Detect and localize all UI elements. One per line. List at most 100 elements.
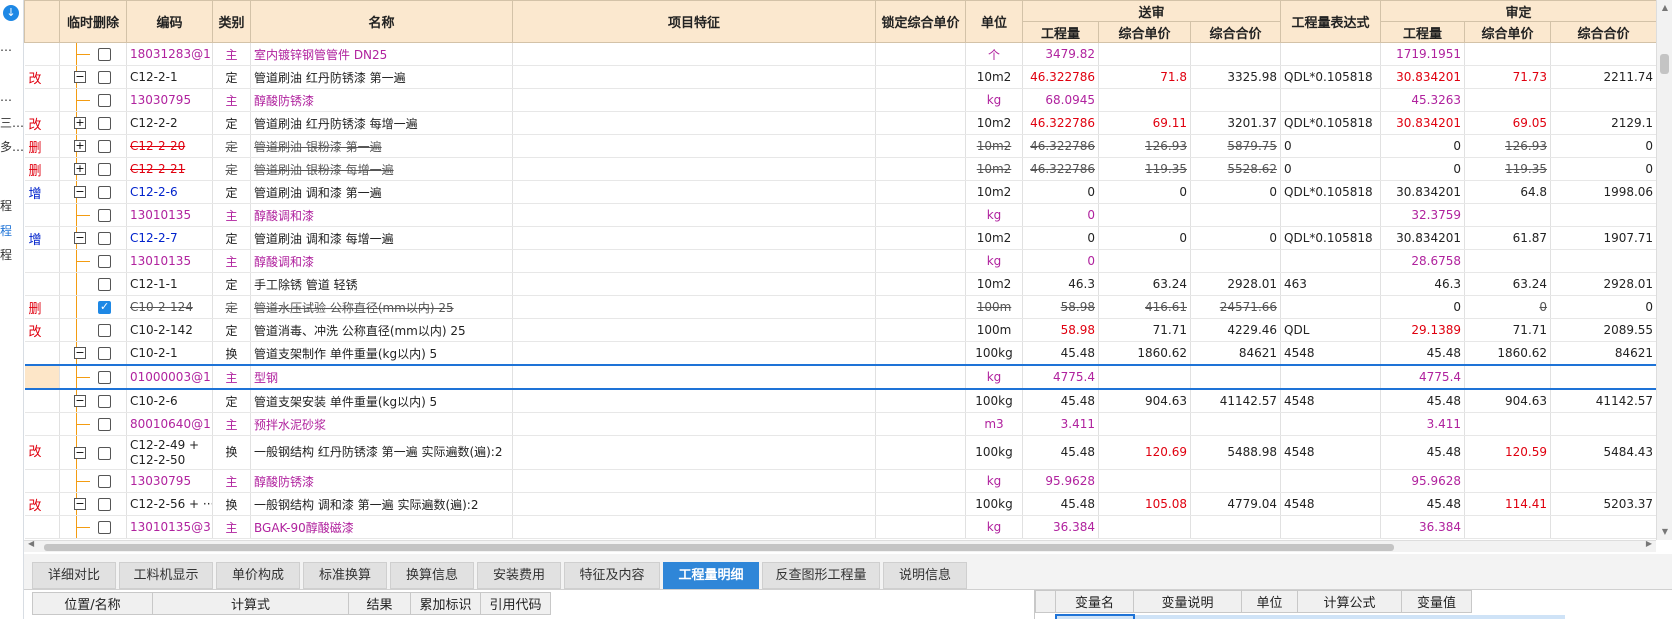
col-result[interactable]: 结果 (348, 592, 411, 615)
row-expr[interactable]: QDL (1280, 318, 1382, 342)
row-name[interactable]: 醇酸调和漆 (250, 249, 513, 273)
row-submit-qty[interactable]: 58.98 (1022, 295, 1099, 319)
table-row[interactable]: 删 + C12-2-21 定管道刷油 银粉漆 每增一遍 10m2 46.322786 119… (24, 157, 1656, 181)
row-locked-price[interactable] (875, 389, 966, 413)
row-review-total[interactable]: 0 (1550, 134, 1656, 158)
row-name[interactable]: 型钢 (250, 364, 513, 390)
collapse-icon[interactable]: − (74, 395, 86, 407)
row-submit-total[interactable]: 3325.98 (1190, 65, 1282, 89)
row-expr[interactable] (1280, 515, 1382, 539)
row-feature[interactable] (512, 389, 876, 413)
row-name[interactable]: 管道支架制作 单件重量(kg以内) 5 (250, 341, 513, 366)
row-feature[interactable] (512, 412, 876, 436)
row-tree-cell[interactable] (59, 318, 127, 342)
row-review-total[interactable] (1550, 364, 1656, 390)
row-submit-unit-price[interactable]: 0 (1098, 180, 1191, 204)
row-tree-cell[interactable] (59, 203, 127, 227)
row-review-unit-price[interactable] (1464, 249, 1552, 273)
row-tree-cell[interactable]: − (59, 435, 127, 470)
row-review-unit-price[interactable]: 126.93 (1464, 134, 1552, 158)
row-submit-qty[interactable]: 46.322786 (1022, 134, 1099, 158)
row-unit[interactable]: kg (965, 249, 1023, 273)
row-tree-cell[interactable] (59, 515, 127, 539)
row-review-total[interactable] (1550, 249, 1656, 273)
row-submit-qty[interactable]: 4775.4 (1022, 364, 1099, 390)
row-unit[interactable]: 100kg (965, 492, 1023, 516)
col-unit[interactable]: 单位 (965, 0, 1023, 43)
row-submit-qty[interactable]: 46.322786 (1022, 65, 1099, 89)
row-review-qty[interactable]: 0 (1380, 134, 1466, 158)
row-review-unit-price[interactable] (1464, 42, 1552, 66)
row-submit-total[interactable]: 2928.01 (1190, 272, 1282, 296)
row-submit-total[interactable]: 4779.04 (1190, 492, 1282, 516)
row-tree-cell[interactable] (59, 364, 127, 390)
row-expr[interactable] (1280, 203, 1382, 227)
row-review-total[interactable]: 41142.57 (1550, 389, 1656, 413)
row-locked-price[interactable] (875, 435, 966, 470)
row-review-qty[interactable]: 30.834201 (1380, 65, 1466, 89)
row-review-qty[interactable]: 46.3 (1380, 272, 1466, 296)
row-review-total[interactable]: 0 (1550, 157, 1656, 181)
row-unit[interactable]: 个 (965, 42, 1023, 66)
row-unit[interactable]: 100kg (965, 435, 1023, 470)
row-code[interactable]: C10-2-142 (126, 318, 213, 342)
row-submit-qty[interactable]: 46.3 (1022, 272, 1099, 296)
table-row[interactable]: 删 + C12-2-20 定管道刷油 银粉漆 第一遍 10m2 46.322786 126.… (24, 134, 1656, 158)
row-change-flag[interactable] (24, 249, 60, 273)
row-feature[interactable] (512, 318, 876, 342)
table-row[interactable]: 改 − C12-2-56 + ··· 换一般钢结构 调和漆 第一遍 实际遍数(遍):2… (24, 492, 1656, 516)
row-expr[interactable]: 4548 (1280, 492, 1382, 516)
row-review-unit-price[interactable]: 64.8 (1464, 180, 1552, 204)
row-change-flag[interactable] (24, 203, 60, 227)
row-name[interactable]: BGAK-90醇酸磁漆 (250, 515, 513, 539)
row-name[interactable]: 管道刷油 调和漆 每增一遍 (250, 226, 513, 250)
table-row[interactable]: 13010135 主醇酸调和漆 kg 0 28.6758 (24, 249, 1656, 273)
row-locked-price[interactable] (875, 180, 966, 204)
row-review-total[interactable]: 2211.74 (1550, 65, 1656, 89)
col-review-unit-price[interactable]: 综合单价 (1464, 21, 1552, 43)
row-expr[interactable] (1280, 88, 1382, 112)
table-row[interactable]: 18031283@1 主室内镀锌钢管管件 DN25 个 3479.82 1719.195… (24, 42, 1656, 66)
row-submit-unit-price[interactable]: 120.69 (1098, 435, 1191, 470)
row-tree-cell[interactable] (59, 412, 127, 436)
row-review-unit-price[interactable] (1464, 203, 1552, 227)
table-row[interactable]: 增 − C12-2-6 定管道刷油 调和漆 第一遍 10m2 0 0 0 QDL*0.10581… (24, 180, 1656, 204)
row-category[interactable]: 定 (212, 226, 251, 250)
row-review-qty[interactable]: 45.48 (1380, 492, 1466, 516)
row-submit-qty[interactable]: 0 (1022, 249, 1099, 273)
row-feature[interactable] (512, 157, 876, 181)
temp-delete-checkbox[interactable] (98, 71, 111, 84)
row-submit-unit-price[interactable] (1098, 42, 1191, 66)
collapse-icon[interactable]: − (74, 71, 86, 83)
scroll-down-icon[interactable]: ▼ (1657, 524, 1672, 540)
row-submit-unit-price[interactable] (1098, 364, 1191, 390)
row-code[interactable]: 13010135 (126, 203, 213, 227)
row-review-qty[interactable]: 29.1389 (1380, 318, 1466, 342)
row-code[interactable]: 13010135@3 (126, 515, 213, 539)
row-category[interactable]: 定 (212, 134, 251, 158)
row-feature[interactable] (512, 435, 876, 470)
temp-delete-checkbox[interactable] (98, 278, 111, 291)
col-var-name[interactable]: 变量名 (1055, 590, 1134, 613)
row-category[interactable]: 主 (212, 88, 251, 112)
vertical-scrollbar[interactable]: ▲ ▼ (1656, 0, 1672, 540)
row-submit-unit-price[interactable] (1098, 88, 1191, 112)
row-change-flag[interactable]: 改 (24, 492, 60, 516)
row-tree-cell[interactable] (59, 295, 127, 319)
hscroll-thumb[interactable] (44, 544, 1394, 551)
row-name[interactable]: 管道刷油 红丹防锈漆 第一遍 (250, 65, 513, 89)
row-feature[interactable] (512, 111, 876, 135)
col-group-review[interactable]: 审定 (1380, 0, 1656, 22)
row-locked-price[interactable] (875, 226, 966, 250)
table-row[interactable]: 改 − C12-2-1 定管道刷油 红丹防锈漆 第一遍 10m2 46.322786 71.… (24, 65, 1656, 89)
row-change-flag[interactable]: 改 (24, 318, 60, 342)
row-submit-unit-price[interactable] (1098, 412, 1191, 436)
left-strip-item[interactable]: 程 (0, 222, 12, 239)
row-submit-qty[interactable]: 46.322786 (1022, 157, 1099, 181)
row-change-flag[interactable]: 增 (24, 226, 60, 250)
row-code[interactable]: 18031283@1 (126, 42, 213, 66)
row-review-qty[interactable]: 45.3263 (1380, 88, 1466, 112)
row-unit[interactable]: 100kg (965, 389, 1023, 413)
table-row[interactable]: C12-1-1 定手工除锈 管道 轻锈 10m2 46.3 63.24 2928.01 46… (24, 272, 1656, 296)
temp-delete-checkbox[interactable] (98, 475, 111, 488)
